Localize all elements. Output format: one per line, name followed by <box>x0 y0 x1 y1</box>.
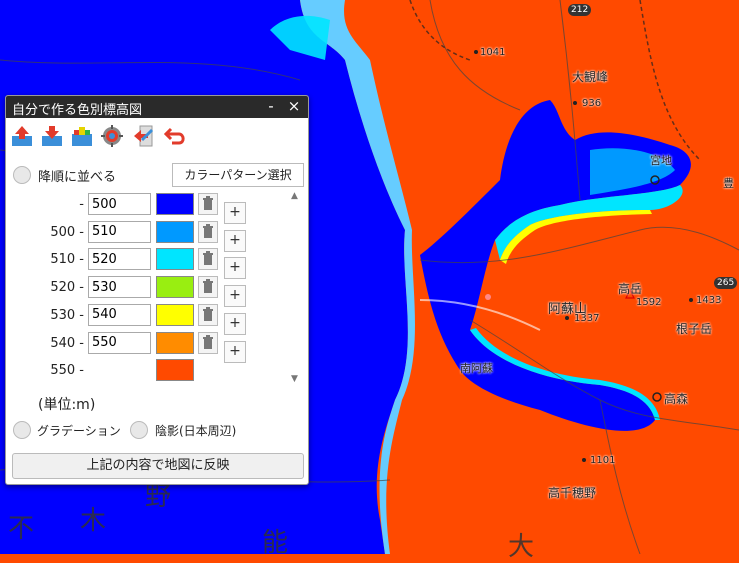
map-label-large: 能 <box>262 528 289 558</box>
range-upper-input[interactable] <box>88 331 151 354</box>
color-range-row: -+ <box>6 192 296 224</box>
map-label-elevation: 1592 <box>636 297 662 308</box>
toolbar <box>6 118 308 152</box>
map-label-elevation: 1101 <box>590 455 616 466</box>
color-range-row: 530 -+ <box>6 303 296 335</box>
range-lower-label: 500 - <box>50 224 84 240</box>
color-elevation-panel: 自分で作る色別標高図 - × 降順に並べる カラーパターン選択 - 500 + … <box>5 95 309 485</box>
shade-label: 陰影(日本周辺) <box>155 424 237 438</box>
gradation-label: グラデーション <box>37 424 121 438</box>
map-label-minamiaso: 南阿蘇 <box>460 362 493 375</box>
color-range-row: 520 -+ <box>6 275 296 308</box>
color-range-row: 510 -+ <box>6 247 296 280</box>
close-button[interactable]: × <box>285 97 303 115</box>
settings-icon[interactable] <box>100 124 124 148</box>
route-shield-212: 212 <box>568 4 592 16</box>
range-upper-input[interactable] <box>88 193 151 215</box>
map-label-elevation: 1433 <box>696 295 722 306</box>
color-swatch[interactable] <box>156 331 194 354</box>
color-pattern-button[interactable]: カラーパターン選択 <box>172 163 304 187</box>
trash-icon[interactable] <box>198 193 218 215</box>
color-range-row: 540 -+ <box>6 331 296 363</box>
map-label-takachiho: 高千穂野 <box>548 486 597 500</box>
scroll-up-icon[interactable]: ▲ <box>291 191 298 201</box>
map-label-miyaji: 宮地 <box>650 154 672 167</box>
upload-icon[interactable] <box>10 124 34 148</box>
trash-icon[interactable] <box>198 276 218 299</box>
export-icon[interactable] <box>132 124 156 148</box>
map-label-yutaka: 豊 <box>723 177 734 190</box>
map-label-nekodake: 根子岳 <box>676 322 713 336</box>
map-label-taikanho: 大観峰 <box>572 70 609 84</box>
range-lower-label: 510 - <box>50 252 84 268</box>
map-label-large: 大 <box>508 532 535 562</box>
range-lower-label: 540 - <box>50 335 84 351</box>
color-range-row: 550 - <box>6 358 296 384</box>
color-swatch[interactable] <box>156 220 194 243</box>
scroll-down-icon[interactable]: ▼ <box>291 374 298 384</box>
range-upper-input[interactable] <box>88 303 151 326</box>
color-swatch[interactable] <box>156 248 194 271</box>
descending-label: 降順に並べる <box>38 170 117 185</box>
range-lower-label: 550 - <box>50 363 84 379</box>
trash-icon[interactable] <box>198 220 218 243</box>
unit-label: (単位:m) <box>38 397 96 413</box>
color-swatch[interactable] <box>156 276 194 299</box>
gradation-radio[interactable] <box>13 421 31 439</box>
map-label-elevation: 1041 <box>480 47 506 58</box>
map-label-takamori: 高森 <box>664 392 689 406</box>
apply-to-map-button[interactable]: 上記の内容で地図に反映 <box>12 453 304 479</box>
range-upper-input[interactable] <box>88 276 151 299</box>
range-lower-label: - <box>79 197 84 212</box>
descending-radio[interactable] <box>13 166 31 184</box>
color-swatch[interactable] <box>156 359 194 382</box>
color-range-row: 500 -+ <box>6 220 296 252</box>
undo-icon[interactable] <box>164 124 188 148</box>
download-icon[interactable] <box>40 124 64 148</box>
load-icon[interactable] <box>70 124 94 148</box>
panel-titlebar[interactable]: 自分で作る色別標高図 - × <box>6 96 308 118</box>
color-swatch[interactable] <box>156 193 194 215</box>
route-shield-265: 265 <box>714 277 738 289</box>
range-upper-input[interactable] <box>88 248 151 271</box>
map-label-elevation: 1337 <box>574 313 600 324</box>
panel-title: 自分で作る色別標高図 <box>12 103 143 118</box>
map-label-large: 木 <box>80 506 107 536</box>
color-swatch[interactable] <box>156 303 194 326</box>
range-lower-label: 530 - <box>50 307 84 323</box>
minimize-button[interactable]: - <box>262 97 280 115</box>
map-label-takadake: 高岳 <box>618 282 643 296</box>
map-label-large: 不 <box>8 514 35 544</box>
range-upper-input[interactable] <box>88 220 151 243</box>
shade-radio[interactable] <box>130 421 148 439</box>
trash-icon[interactable] <box>198 248 218 271</box>
trash-icon[interactable] <box>198 303 218 326</box>
trash-icon[interactable] <box>198 331 218 354</box>
map-label-elevation: 936 <box>582 98 602 109</box>
range-lower-label: 520 - <box>50 280 84 296</box>
